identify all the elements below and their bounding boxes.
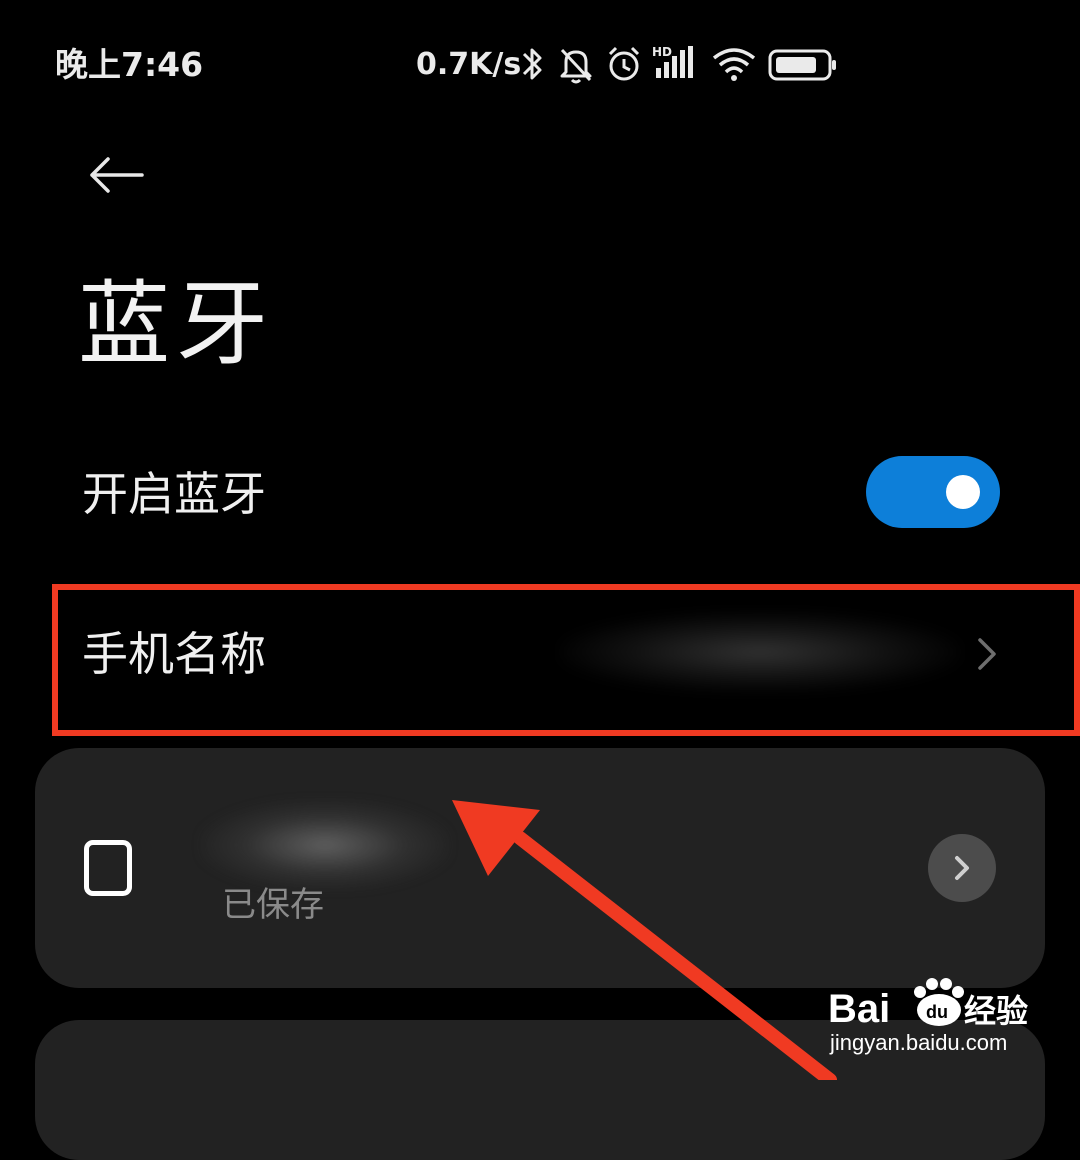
svg-text:Bai: Bai: [828, 987, 890, 1031]
device-status: 已保存: [222, 885, 324, 925]
arrow-left-icon: [90, 157, 144, 193]
paired-device-card[interactable]: [35, 748, 1045, 988]
status-time: 晚上7:46: [55, 45, 204, 84]
page-title: 蓝牙: [78, 271, 275, 378]
bluetooth-toggle[interactable]: [866, 456, 1000, 528]
bell-off-icon: [560, 48, 592, 84]
battery-icon: [768, 49, 836, 81]
bluetooth-toggle-label: 开启蓝牙: [82, 467, 266, 521]
hd-signal-icon: HD: [652, 45, 693, 78]
network-speed: 0.7K/s: [416, 47, 522, 82]
toggle-knob: [946, 475, 980, 509]
svg-text:du: du: [926, 1002, 948, 1022]
svg-text:经验: 经验: [964, 992, 1028, 1030]
device-square-icon: [84, 840, 132, 896]
alarm-clock-icon: [608, 46, 640, 81]
hd-badge: HD: [652, 45, 672, 59]
annotation-highlight-box: [52, 584, 1080, 736]
device-detail-button[interactable]: [928, 834, 996, 902]
chevron-right-icon: [955, 856, 969, 880]
wifi-icon: [712, 48, 756, 81]
bluetooth-icon: [522, 48, 542, 80]
watermark-url: jingyan.baidu.com: [830, 1030, 1008, 1055]
back-button[interactable]: [76, 145, 156, 205]
device-name-obscured: [200, 800, 450, 890]
